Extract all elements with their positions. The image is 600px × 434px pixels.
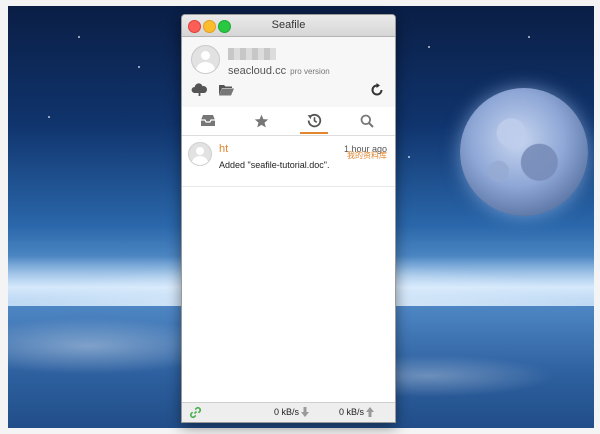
- tab-activities[interactable]: [288, 107, 340, 134]
- star: [138, 66, 140, 68]
- account-server[interactable]: seacloud.cc pro version: [228, 65, 330, 77]
- upload-rate-value: 0 kB/s: [339, 407, 365, 417]
- tab-search[interactable]: [341, 107, 393, 134]
- tab-bar: [182, 107, 395, 136]
- event-repo-link[interactable]: 我的资料库: [347, 150, 387, 161]
- search-icon: [360, 114, 374, 128]
- seafile-window: Seafile seacloud.cc pro version ht 1 hou…: [181, 14, 396, 423]
- event-user: ht: [219, 143, 229, 155]
- tab-libraries[interactable]: [182, 107, 234, 134]
- star: [408, 156, 410, 158]
- arrow-up-icon: [366, 407, 375, 417]
- server-name: seacloud.cc: [228, 65, 287, 77]
- account-avatar[interactable]: [191, 45, 220, 74]
- star: [428, 46, 430, 48]
- star-icon: [254, 114, 268, 127]
- minimize-window-button[interactable]: [203, 20, 216, 33]
- history-clock-icon: [307, 113, 321, 128]
- download-rate-value: 0 kB/s: [274, 407, 300, 417]
- activity-item[interactable]: ht 1 hour ago Added "seafile-tutorial.do…: [182, 136, 395, 187]
- close-window-button[interactable]: [188, 20, 201, 33]
- star: [48, 116, 50, 118]
- status-bar: 0 kB/s 0 kB/s: [182, 402, 395, 422]
- window-title: Seafile: [271, 19, 306, 31]
- zoom-window-button[interactable]: [218, 20, 231, 33]
- download-rate: 0 kB/s: [274, 407, 310, 417]
- moon: [460, 88, 588, 216]
- upload-rate: 0 kB/s: [339, 407, 375, 417]
- star: [528, 36, 530, 38]
- inbox-tray-icon: [201, 115, 215, 126]
- tab-starred[interactable]: [235, 107, 287, 134]
- arrow-down-icon: [301, 407, 310, 417]
- link-icon[interactable]: [189, 406, 202, 421]
- activity-list: ht 1 hour ago Added "seafile-tutorial.do…: [182, 136, 395, 187]
- refresh-icon[interactable]: [368, 82, 385, 97]
- cloud-upload-icon[interactable]: [191, 82, 208, 97]
- star: [78, 36, 80, 38]
- event-description: Added "seafile-tutorial.doc".: [219, 160, 330, 170]
- edition-label: pro version: [290, 67, 330, 76]
- account-panel: seacloud.cc pro version: [182, 37, 395, 107]
- account-name-redacted[interactable]: [228, 48, 276, 60]
- folder-icon[interactable]: [218, 82, 235, 97]
- user-avatar: [188, 142, 212, 166]
- title-bar[interactable]: Seafile: [182, 15, 395, 37]
